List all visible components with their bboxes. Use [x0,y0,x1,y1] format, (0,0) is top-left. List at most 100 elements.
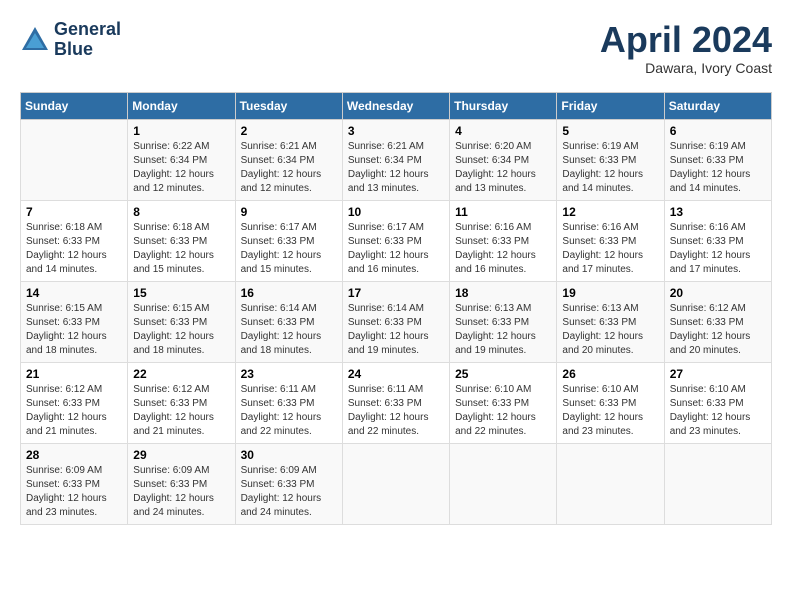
calendar-day-cell: 6 Sunrise: 6:19 AM Sunset: 6:33 PM Daylig… [664,119,771,200]
day-info: Sunrise: 6:11 AM Sunset: 6:33 PM Dayligh… [348,383,444,439]
day-number: 6 [670,124,766,138]
calendar-day-cell: 13Sunrise: 6:16 AM Sunset: 6:33 PM Dayli… [664,200,771,281]
weekday-cell: Monday [128,92,235,119]
calendar-day-cell: 18Sunrise: 6:13 AM Sunset: 6:33 PM Dayli… [450,281,557,362]
day-info: Sunrise: 6:09 AM Sunset: 6:33 PM Dayligh… [241,464,337,520]
calendar-day-cell: 4 Sunrise: 6:20 AM Sunset: 6:34 PM Daylig… [450,119,557,200]
calendar-day-cell: 3 Sunrise: 6:21 AM Sunset: 6:34 PM Daylig… [342,119,449,200]
calendar-week-row: 7 Sunrise: 6:18 AM Sunset: 6:33 PM Daylig… [21,200,772,281]
day-info: Sunrise: 6:15 AM Sunset: 6:33 PM Dayligh… [133,302,229,358]
calendar-day-cell: 5Sunrise: 6:19 AM Sunset: 6:33 PM Daylig… [557,119,664,200]
calendar-body: 1 Sunrise: 6:22 AM Sunset: 6:34 PM Daylig… [21,119,772,524]
day-number: 9 [241,205,337,219]
calendar-day-cell: 26 Sunrise: 6:10 AM Sunset: 6:33 PM Dayli… [557,362,664,443]
calendar-day-cell [21,119,128,200]
calendar-day-cell: 9 Sunrise: 6:17 AM Sunset: 6:33 PM Daylig… [235,200,342,281]
calendar-day-cell: 29 Sunrise: 6:09 AM Sunset: 6:33 PM Dayli… [128,443,235,524]
calendar-day-cell: 23 Sunrise: 6:11 AM Sunset: 6:33 PM Dayli… [235,362,342,443]
day-info: Sunrise: 6:16 AM Sunset: 6:33 PM Dayligh… [670,221,766,277]
calendar-day-cell: 24 Sunrise: 6:11 AM Sunset: 6:33 PM Dayli… [342,362,449,443]
day-info: Sunrise: 6:10 AM Sunset: 6:33 PM Dayligh… [562,383,658,439]
day-number: 14 [26,286,122,300]
day-number: 12 [562,205,658,219]
day-info: Sunrise: 6:15 AM Sunset: 6:33 PM Dayligh… [26,302,122,358]
day-info: Sunrise: 6:22 AM Sunset: 6:34 PM Dayligh… [133,140,229,196]
calendar-day-cell: 28 Sunrise: 6:09 AM Sunset: 6:33 PM Dayli… [21,443,128,524]
calendar-day-cell: 27 Sunrise: 6:10 AM Sunset: 6:33 PM Dayli… [664,362,771,443]
day-info: Sunrise: 6:16 AM Sunset: 6:33 PM Dayligh… [455,221,551,277]
calendar-day-cell: 15 Sunrise: 6:15 AM Sunset: 6:33 PM Dayli… [128,281,235,362]
calendar-day-cell [664,443,771,524]
calendar-day-cell: 16Sunrise: 6:14 AM Sunset: 6:33 PM Dayli… [235,281,342,362]
weekday-cell: Tuesday [235,92,342,119]
calendar-day-cell: 8 Sunrise: 6:18 AM Sunset: 6:33 PM Daylig… [128,200,235,281]
day-number: 7 [26,205,122,219]
day-number: 21 [26,367,122,381]
day-number: 23 [241,367,337,381]
weekday-cell: Saturday [664,92,771,119]
day-number: 27 [670,367,766,381]
calendar-day-cell: 21 Sunrise: 6:12 AM Sunset: 6:33 PM Dayli… [21,362,128,443]
calendar-week-row: 28 Sunrise: 6:09 AM Sunset: 6:33 PM Dayli… [21,443,772,524]
logo: General Blue [20,20,121,60]
day-info: Sunrise: 6:13 AM Sunset: 6:33 PM Dayligh… [562,302,658,358]
day-info: Sunrise: 6:20 AM Sunset: 6:34 PM Dayligh… [455,140,551,196]
weekday-cell: Friday [557,92,664,119]
calendar-table: SundayMondayTuesdayWednesdayThursdayFrid… [20,92,772,525]
calendar-day-cell: 11 Sunrise: 6:16 AM Sunset: 6:33 PM Dayli… [450,200,557,281]
calendar-day-cell: 12 Sunrise: 6:16 AM Sunset: 6:33 PM Dayli… [557,200,664,281]
day-number: 30 [241,448,337,462]
day-number: 3 [348,124,444,138]
day-number: 28 [26,448,122,462]
day-number: 15 [133,286,229,300]
day-number: 4 [455,124,551,138]
day-number: 2 [241,124,337,138]
day-info: Sunrise: 6:09 AM Sunset: 6:33 PM Dayligh… [26,464,122,520]
weekday-cell: Sunday [21,92,128,119]
calendar-day-cell: 17Sunrise: 6:14 AM Sunset: 6:33 PM Dayli… [342,281,449,362]
day-number: 11 [455,205,551,219]
day-info: Sunrise: 6:18 AM Sunset: 6:33 PM Dayligh… [133,221,229,277]
day-info: Sunrise: 6:17 AM Sunset: 6:33 PM Dayligh… [241,221,337,277]
day-info: Sunrise: 6:16 AM Sunset: 6:33 PM Dayligh… [562,221,658,277]
day-number: 1 [133,124,229,138]
calendar-week-row: 21 Sunrise: 6:12 AM Sunset: 6:33 PM Dayli… [21,362,772,443]
calendar-day-cell: 7 Sunrise: 6:18 AM Sunset: 6:33 PM Daylig… [21,200,128,281]
day-info: Sunrise: 6:12 AM Sunset: 6:33 PM Dayligh… [670,302,766,358]
calendar-day-cell: 10 Sunrise: 6:17 AM Sunset: 6:33 PM Dayli… [342,200,449,281]
day-info: Sunrise: 6:19 AM Sunset: 6:33 PM Dayligh… [562,140,658,196]
calendar-day-cell: 1 Sunrise: 6:22 AM Sunset: 6:34 PM Daylig… [128,119,235,200]
day-number: 17 [348,286,444,300]
day-info: Sunrise: 6:12 AM Sunset: 6:33 PM Dayligh… [133,383,229,439]
day-number: 24 [348,367,444,381]
day-number: 8 [133,205,229,219]
day-info: Sunrise: 6:21 AM Sunset: 6:34 PM Dayligh… [348,140,444,196]
title-block: April 2024 Dawara, Ivory Coast [600,20,772,76]
logo-icon [20,25,50,55]
weekday-cell: Wednesday [342,92,449,119]
day-info: Sunrise: 6:19 AM Sunset: 6:33 PM Dayligh… [670,140,766,196]
day-number: 16 [241,286,337,300]
day-info: Sunrise: 6:17 AM Sunset: 6:33 PM Dayligh… [348,221,444,277]
calendar-week-row: 14 Sunrise: 6:15 AM Sunset: 6:33 PM Dayli… [21,281,772,362]
day-number: 26 [562,367,658,381]
day-info: Sunrise: 6:11 AM Sunset: 6:33 PM Dayligh… [241,383,337,439]
calendar-day-cell [450,443,557,524]
day-info: Sunrise: 6:10 AM Sunset: 6:33 PM Dayligh… [670,383,766,439]
page-header: General Blue April 2024 Dawara, Ivory Co… [20,20,772,76]
calendar-week-row: 1 Sunrise: 6:22 AM Sunset: 6:34 PM Daylig… [21,119,772,200]
day-info: Sunrise: 6:09 AM Sunset: 6:33 PM Dayligh… [133,464,229,520]
calendar-day-cell: 14 Sunrise: 6:15 AM Sunset: 6:33 PM Dayli… [21,281,128,362]
day-info: Sunrise: 6:18 AM Sunset: 6:33 PM Dayligh… [26,221,122,277]
day-info: Sunrise: 6:12 AM Sunset: 6:33 PM Dayligh… [26,383,122,439]
day-number: 18 [455,286,551,300]
day-number: 22 [133,367,229,381]
weekday-cell: Thursday [450,92,557,119]
day-number: 29 [133,448,229,462]
day-number: 10 [348,205,444,219]
calendar-day-cell [342,443,449,524]
calendar-day-cell: 22 Sunrise: 6:12 AM Sunset: 6:33 PM Dayli… [128,362,235,443]
location-subtitle: Dawara, Ivory Coast [600,60,772,76]
day-info: Sunrise: 6:21 AM Sunset: 6:34 PM Dayligh… [241,140,337,196]
calendar-day-cell [557,443,664,524]
